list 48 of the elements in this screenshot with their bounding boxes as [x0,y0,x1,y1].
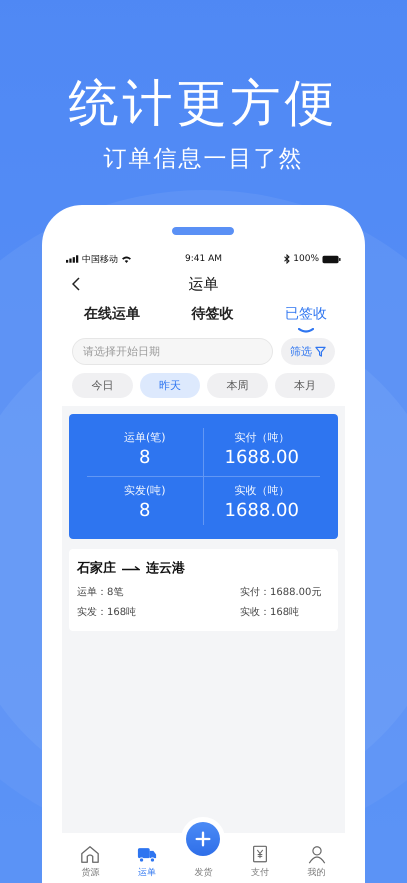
filter-icon [315,346,326,357]
subheadline: 订单信息一目了然 [104,145,304,174]
date-chip[interactable]: 本月 [274,373,335,398]
stat-label: 运单(笔) [124,430,166,446]
date-field[interactable]: 请选择开始日期 [72,338,273,365]
page-title: 运单 [188,274,218,294]
bluetooth-icon [284,254,290,264]
battery-icon [322,254,341,264]
nav-item[interactable]: 发货 [194,866,212,879]
nav-item[interactable]: 支付 [232,845,288,879]
tab-indicator [298,328,314,333]
route-card[interactable]: 石家庄 连云港 运单：8笔 实付：1688.00元 实发：168吨 实收：168吨 [69,549,338,631]
speaker-slot [172,227,234,235]
home-icon [80,845,100,864]
route-detail: 实发：168吨 [77,606,138,619]
signal-icon [66,255,79,263]
truck-icon [136,845,157,864]
back-icon[interactable] [72,277,80,291]
stat-label: 实发(吨) [124,483,166,499]
nav-item[interactable]: 我的 [288,845,345,879]
battery-percent: 100% [293,254,319,264]
carrier-name: 中国移动 [82,254,118,266]
tab[interactable]: 在线运单 [76,300,148,336]
stat-value: 1688.00 [224,499,299,523]
stat-value: 1688.00 [224,446,299,470]
tab[interactable]: 待签收 [184,300,242,336]
route-detail: 运单：8笔 [77,586,124,599]
user-icon [306,845,327,864]
stat-label: 实收（吨） [234,483,290,499]
stat-value: 8 [139,499,150,523]
nav-item[interactable]: 运单 [118,845,176,879]
route-detail: 实收：168吨 [240,606,300,619]
wifi-icon [121,255,132,263]
headline: 统计更方便 [68,74,338,132]
date-chip[interactable]: 今日 [72,373,132,398]
stat-value: 8 [139,446,150,470]
status-time: 9:41 AM [185,254,222,264]
date-chip[interactable]: 本周 [207,373,268,398]
origin-city: 石家庄 [77,560,116,577]
add-button[interactable] [186,822,220,856]
tab[interactable]: 已签收 [277,300,335,336]
filter-button[interactable]: 筛选 [281,338,335,365]
destination-city: 连云港 [146,560,185,577]
stat-label: 实付（吨） [234,430,290,446]
route-detail: 实付：1688.00元 [240,586,322,599]
nav-item[interactable]: 货源 [62,845,119,879]
plus-icon [194,830,212,848]
date-chip[interactable]: 昨天 [140,373,200,398]
